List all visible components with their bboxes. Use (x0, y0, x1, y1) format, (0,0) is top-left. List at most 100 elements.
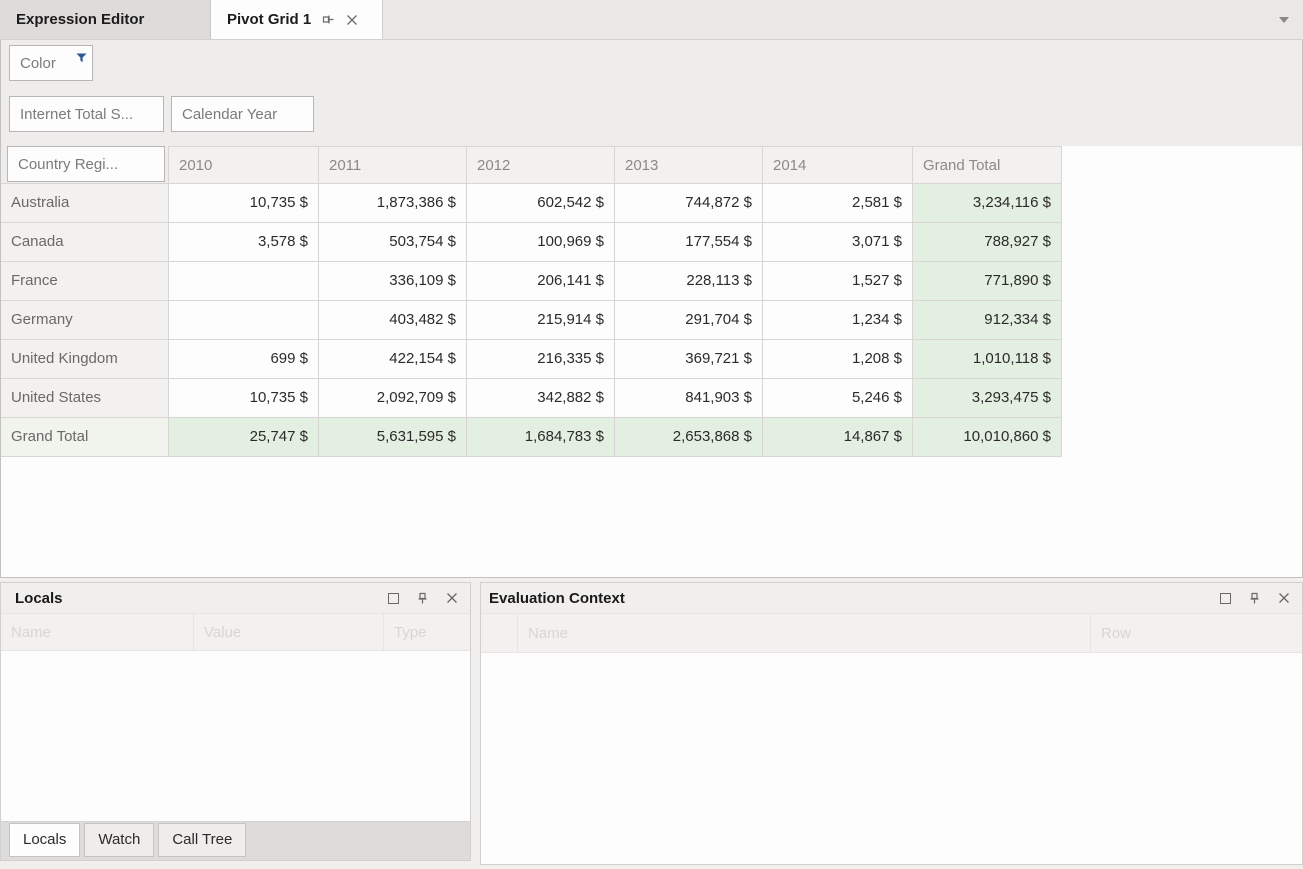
row-field-button-country-region[interactable]: Country Regi... (7, 146, 165, 182)
panel-tab-watch[interactable]: Watch (84, 823, 154, 857)
evaluation-context-panel: Evaluation Context Name Row (480, 582, 1303, 865)
panel-tab-call-tree[interactable]: Call Tree (158, 823, 246, 857)
evaluation-grid-body[interactable] (481, 653, 1302, 864)
maximize-icon[interactable] (388, 593, 399, 604)
pivot-cell[interactable]: 2,653,868 $ (615, 418, 763, 457)
data-field-button-internet-total-sales[interactable]: Internet Total S... (9, 96, 164, 132)
pivot-cell[interactable]: 503,754 $ (319, 223, 467, 262)
pivot-cell[interactable]: 342,882 $ (467, 379, 615, 418)
pivot-cell[interactable]: 2,092,709 $ (319, 379, 467, 418)
locals-panel-titlebar: Locals (1, 583, 470, 613)
pivot-cell[interactable]: 10,010,860 $ (913, 418, 1062, 457)
pivot-cell[interactable]: 177,554 $ (615, 223, 763, 262)
pivot-cell[interactable]: 5,246 $ (763, 379, 913, 418)
pivot-cell[interactable]: 1,527 $ (763, 262, 913, 301)
document-tab-bar: Expression Editor Pivot Grid 1 (0, 0, 1303, 40)
evaluation-column-header-name[interactable]: Name (518, 613, 1091, 653)
pivot-cell[interactable]: 403,482 $ (319, 301, 467, 340)
pivot-cell[interactable]: 912,334 $ (913, 301, 1062, 340)
pivot-cell[interactable]: 841,903 $ (615, 379, 763, 418)
tab-label: Pivot Grid 1 (227, 11, 311, 28)
pivot-cell[interactable]: 291,704 $ (615, 301, 763, 340)
pivot-row-header-australia[interactable]: Australia (1, 184, 169, 223)
panel-title-buttons (1220, 592, 1290, 605)
close-icon[interactable] (1278, 592, 1290, 604)
pivot-cell[interactable]: 3,578 $ (169, 223, 319, 262)
pivot-row-header-canada[interactable]: Canada (1, 223, 169, 262)
pivot-cell[interactable]: 1,234 $ (763, 301, 913, 340)
pivot-table: Country Regi... 20102011201220132014Gran… (1, 146, 1062, 457)
pivot-cell[interactable]: 3,293,475 $ (913, 379, 1062, 418)
tab-pivot-grid-1[interactable]: Pivot Grid 1 (211, 0, 383, 39)
pivot-row-header-united-kingdom[interactable]: United Kingdom (1, 340, 169, 379)
panel-tab-locals[interactable]: Locals (9, 823, 80, 857)
filter-field-button-color[interactable]: Color (9, 45, 93, 81)
column-field-button-calendar-year[interactable]: Calendar Year (171, 96, 314, 132)
pivot-cell[interactable]: 215,914 $ (467, 301, 615, 340)
pivot-column-header-2011[interactable]: 2011 (319, 146, 467, 184)
pivot-cell[interactable]: 14,867 $ (763, 418, 913, 457)
pivot-cell[interactable]: 10,735 $ (169, 184, 319, 223)
panel-title-label: Evaluation Context (489, 590, 625, 607)
locals-column-header-type[interactable]: Type (384, 613, 470, 651)
pivot-cell[interactable]: 422,154 $ (319, 340, 467, 379)
pivot-cell[interactable]: 744,872 $ (615, 184, 763, 223)
pivot-cell[interactable]: 206,141 $ (467, 262, 615, 301)
field-label: Country Regi... (18, 156, 118, 173)
pivot-column-header-grand-total[interactable]: Grand Total (913, 146, 1062, 184)
locals-grid-body[interactable] (1, 651, 470, 821)
pivot-column-header-2014[interactable]: 2014 (763, 146, 913, 184)
pivot-cell[interactable]: 1,208 $ (763, 340, 913, 379)
chevron-down-icon[interactable] (1279, 17, 1289, 23)
pivot-cell[interactable]: 602,542 $ (467, 184, 615, 223)
tab-label: Expression Editor (16, 11, 144, 28)
locals-column-header-value[interactable]: Value (194, 613, 384, 651)
pivot-column-header-2013[interactable]: 2013 (615, 146, 763, 184)
pivot-cell[interactable]: 699 $ (169, 340, 319, 379)
pivot-cell[interactable]: 10,735 $ (169, 379, 319, 418)
field-label: Color (20, 55, 56, 72)
evaluation-header-indent (481, 613, 518, 653)
pivot-cell[interactable]: 369,721 $ (615, 340, 763, 379)
close-icon[interactable] (346, 14, 358, 26)
pivot-grid-panel: Color Internet Total S... Calendar Year … (0, 40, 1303, 578)
pivot-cell[interactable] (169, 301, 319, 340)
evaluation-column-header-row[interactable]: Row (1091, 613, 1302, 653)
tab-expression-editor[interactable]: Expression Editor (0, 0, 211, 39)
locals-tab-strip: LocalsWatchCall Tree (1, 821, 470, 860)
locals-column-header-name[interactable]: Name (1, 613, 194, 651)
pivot-cell[interactable] (169, 262, 319, 301)
field-label: Internet Total S... (20, 106, 133, 123)
pivot-column-header-2012[interactable]: 2012 (467, 146, 615, 184)
pivot-cell[interactable]: 2,581 $ (763, 184, 913, 223)
pin-icon[interactable] (322, 13, 335, 26)
pivot-cell[interactable]: 336,109 $ (319, 262, 467, 301)
pivot-cell[interactable]: 228,113 $ (615, 262, 763, 301)
close-icon[interactable] (446, 592, 458, 604)
locals-panel: Locals NameValueType LocalsWatchCall Tre… (0, 582, 471, 861)
maximize-icon[interactable] (1220, 593, 1231, 604)
pivot-cell[interactable]: 771,890 $ (913, 262, 1062, 301)
pin-icon[interactable] (416, 592, 429, 605)
pivot-corner-cell: Country Regi... (1, 146, 169, 184)
pivot-cell[interactable]: 3,071 $ (763, 223, 913, 262)
pivot-cell[interactable]: 25,747 $ (169, 418, 319, 457)
pivot-column-header-2010[interactable]: 2010 (169, 146, 319, 184)
pivot-cell[interactable]: 1,873,386 $ (319, 184, 467, 223)
pivot-cell[interactable]: 3,234,116 $ (913, 184, 1062, 223)
pivot-row-header-germany[interactable]: Germany (1, 301, 169, 340)
pivot-cell[interactable]: 788,927 $ (913, 223, 1062, 262)
pivot-row-header-france[interactable]: France (1, 262, 169, 301)
pin-icon[interactable] (1248, 592, 1261, 605)
pivot-row-header-united-states[interactable]: United States (1, 379, 169, 418)
locals-grid-header: NameValueType (1, 613, 470, 651)
pivot-row-header-grand-total[interactable]: Grand Total (1, 418, 169, 457)
evaluation-grid-header: Name Row (481, 613, 1302, 653)
pivot-cell[interactable]: 1,010,118 $ (913, 340, 1062, 379)
filter-funnel-icon[interactable] (76, 50, 87, 67)
pivot-cell[interactable]: 216,335 $ (467, 340, 615, 379)
pivot-cell[interactable]: 100,969 $ (467, 223, 615, 262)
evaluation-panel-titlebar: Evaluation Context (481, 583, 1302, 613)
pivot-cell[interactable]: 1,684,783 $ (467, 418, 615, 457)
pivot-cell[interactable]: 5,631,595 $ (319, 418, 467, 457)
